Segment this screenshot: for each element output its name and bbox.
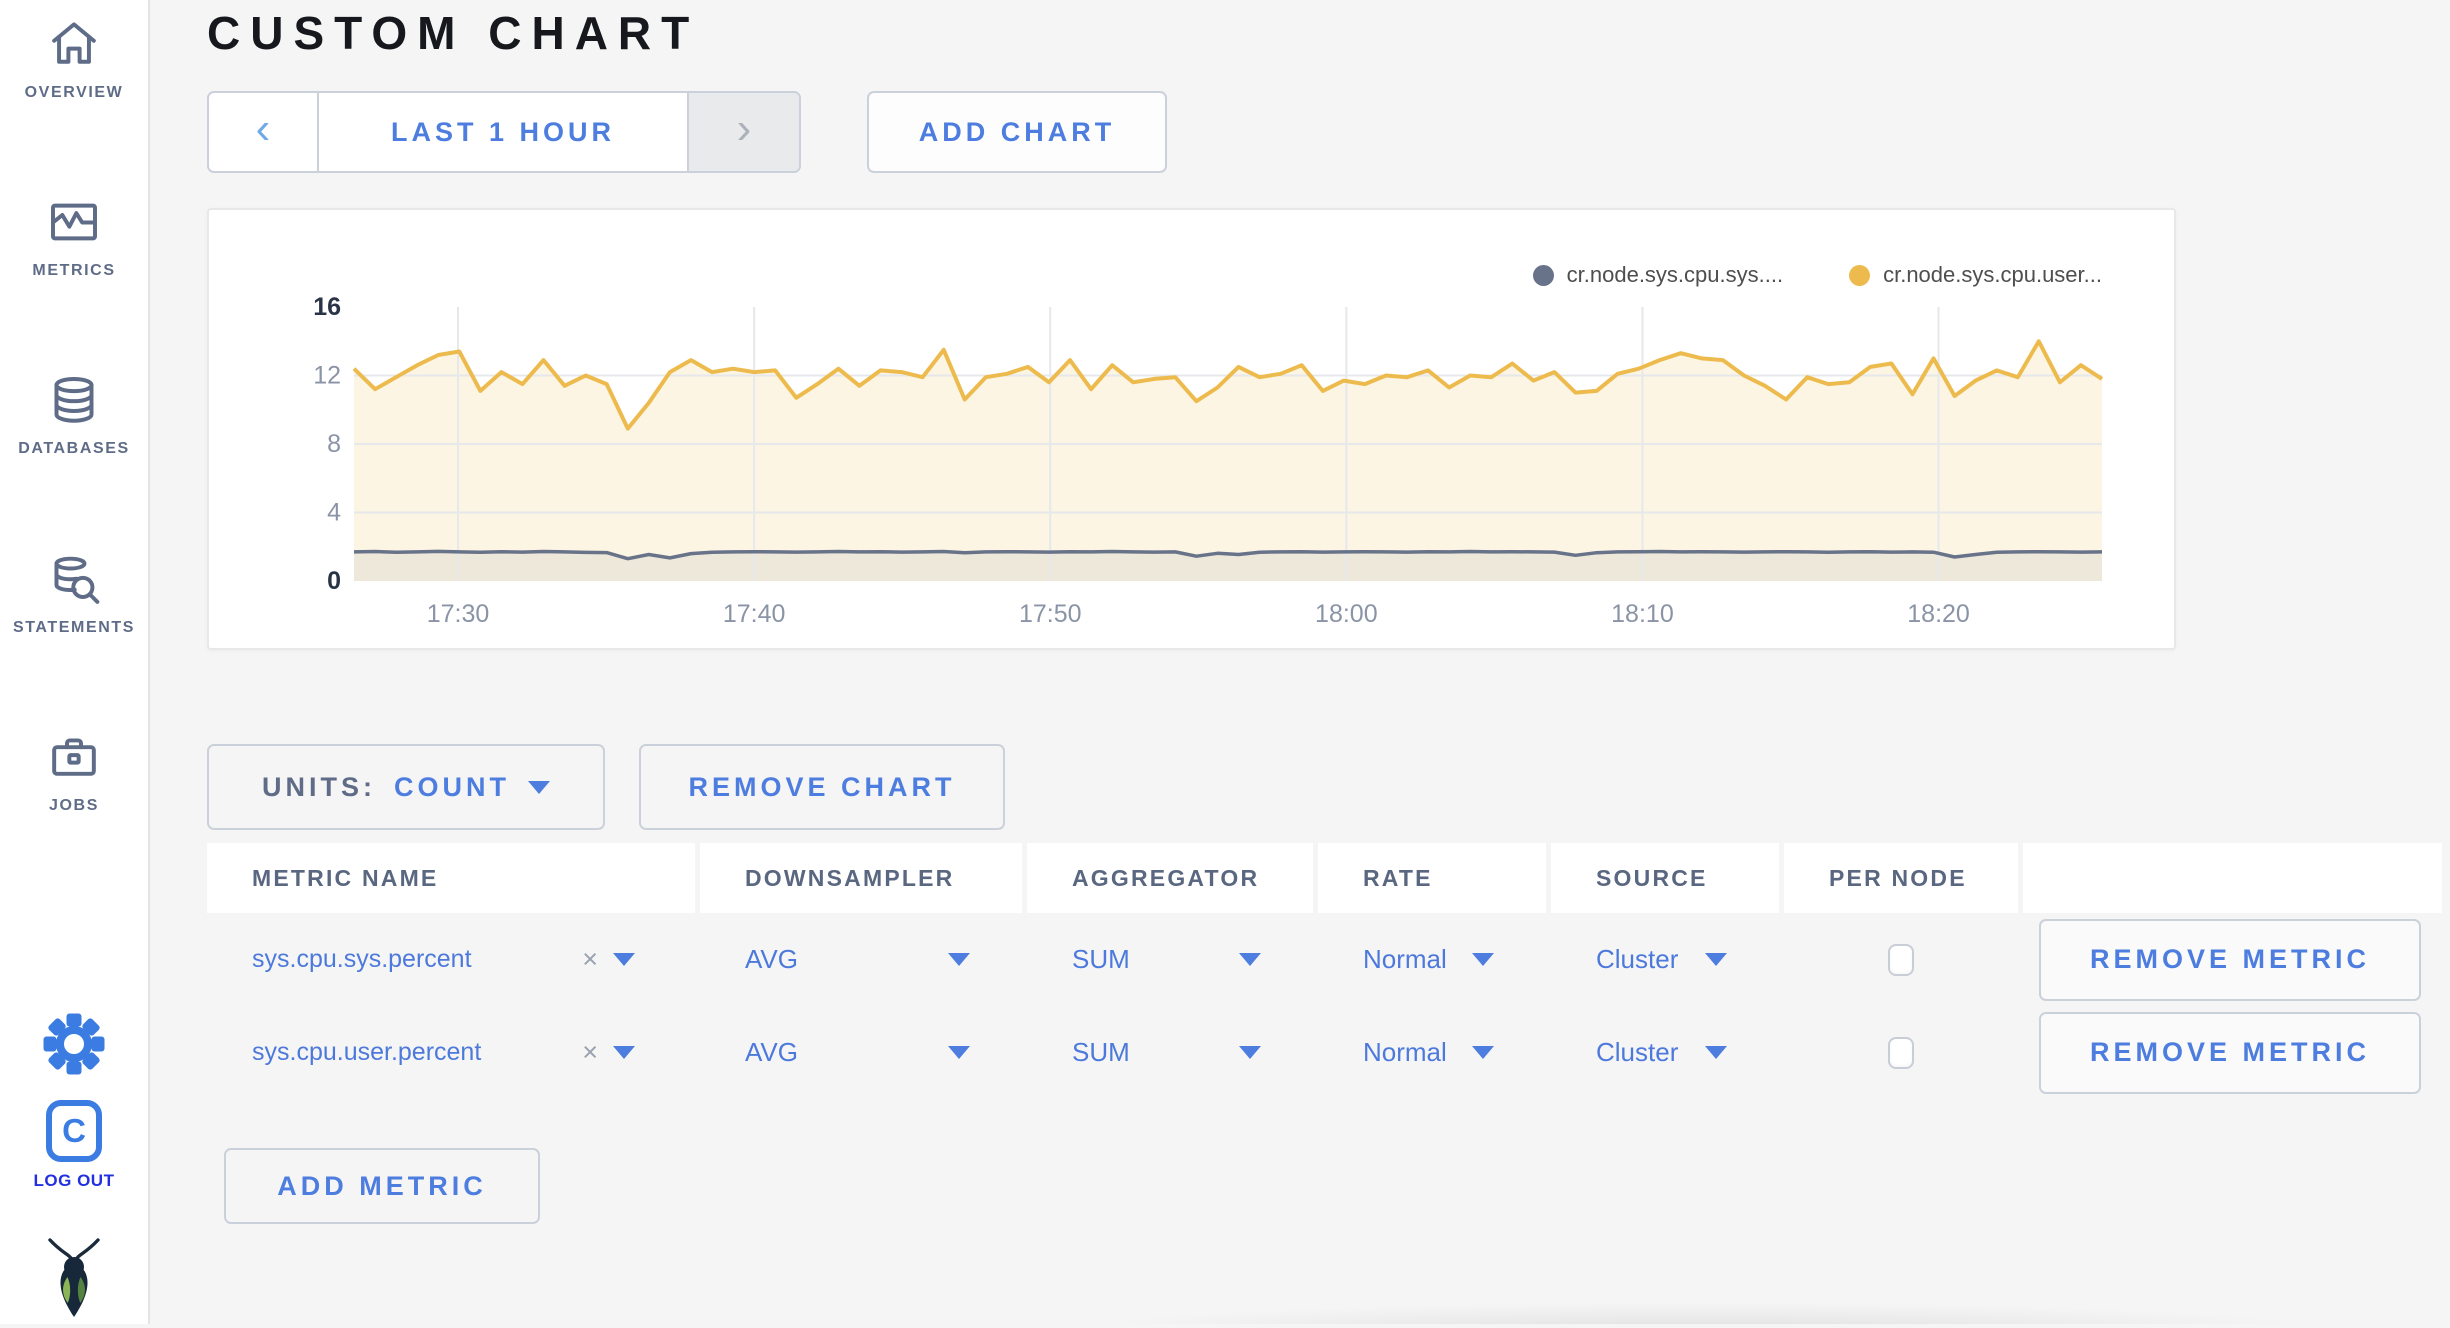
sidebar-item-label: JOBS [49, 797, 99, 814]
chevron-down-icon [613, 1046, 635, 1059]
time-range-dropdown[interactable]: LAST 1 HOUR [319, 93, 687, 171]
rate-select[interactable]: Normal [1363, 1037, 1546, 1068]
remove-chart-button[interactable]: REMOVE CHART [639, 744, 1005, 830]
page-title: CUSTOM CHART [207, 7, 700, 59]
bottom-shadow [792, 1298, 2450, 1324]
svg-text:18:00: 18:00 [1315, 600, 1378, 628]
chevron-down-icon [948, 1046, 970, 1059]
aggregator-select[interactable]: SUM [1072, 944, 1313, 975]
legend-dot-sys [1532, 264, 1554, 286]
metric-clear-dropdown[interactable]: × [582, 944, 635, 975]
remove-metric-button[interactable]: REMOVE METRIC [2039, 918, 2421, 1001]
chevron-down-icon [528, 780, 550, 794]
metrics-table-header: METRIC NAME DOWNSAMPLER AGGREGATOR RATE … [207, 843, 2442, 913]
chevron-down-icon [613, 953, 635, 966]
time-next-button-disabled[interactable]: › [687, 93, 799, 171]
sidebar-item-overview[interactable]: OVERVIEW [0, 16, 148, 102]
metric-row: sys.cpu.sys.percent × AVG SUM Normal Clu… [207, 913, 2440, 1006]
svg-text:0: 0 [327, 567, 341, 595]
svg-text:12: 12 [313, 362, 341, 390]
sidebar-item-label: OVERVIEW [24, 84, 124, 101]
col-header-source: SOURCE [1551, 843, 1779, 913]
sidebar-item-databases[interactable]: DATABASES [0, 372, 148, 458]
svg-text:18:10: 18:10 [1611, 600, 1674, 628]
clear-x-icon: × [582, 944, 598, 974]
toolbar: ‹ LAST 1 HOUR › ADD CHART [207, 91, 1167, 173]
col-header-metric-name: METRIC NAME [207, 843, 695, 913]
svg-text:16: 16 [313, 293, 341, 321]
cockroach-c-icon: C [46, 1100, 102, 1162]
rate-select[interactable]: Normal [1363, 944, 1546, 975]
logout-button[interactable]: C LOG OUT [0, 1100, 148, 1191]
legend-dot-user [1849, 264, 1871, 286]
jobs-icon [46, 729, 102, 785]
sidebar-item-label: DATABASES [18, 440, 130, 457]
chevron-down-icon [1705, 953, 1727, 966]
aggregator-select[interactable]: SUM [1072, 1037, 1313, 1068]
time-window-selector: ‹ LAST 1 HOUR › [207, 91, 801, 173]
col-header-aggregator: AGGREGATOR [1027, 843, 1313, 913]
chevron-down-icon [1472, 1046, 1494, 1059]
col-header-rate: RATE [1318, 843, 1546, 913]
sidebar-item-jobs[interactable]: JOBS [0, 729, 148, 815]
sidebar-item-statements[interactable]: STATEMENTS [0, 551, 148, 637]
remove-metric-button[interactable]: REMOVE METRIC [2039, 1011, 2421, 1094]
statements-icon [46, 551, 102, 607]
clear-x-icon: × [582, 1037, 598, 1067]
chart-options-row: UNITS: COUNT REMOVE CHART [207, 744, 1005, 830]
cockroach-bug-logo[interactable] [42, 1237, 106, 1323]
svg-text:17:30: 17:30 [427, 600, 490, 628]
legend-item-user[interactable]: cr.node.sys.cpu.user... [1849, 262, 2102, 288]
chevron-down-icon [1705, 1046, 1727, 1059]
chevron-left-icon: ‹ [255, 104, 271, 153]
sidebar-item-label: STATEMENTS [12, 619, 136, 636]
metric-name-select[interactable]: sys.cpu.user.percent [252, 1038, 481, 1067]
gear-icon[interactable] [43, 1013, 105, 1075]
metrics-icon [46, 194, 102, 250]
source-select[interactable]: Cluster [1596, 1037, 1779, 1068]
col-header-downsampler: DOWNSAMPLER [700, 843, 1022, 913]
svg-text:17:50: 17:50 [1019, 600, 1082, 628]
time-prev-button[interactable]: ‹ [209, 93, 319, 171]
sidebar-item-metrics[interactable]: METRICS [0, 194, 148, 280]
add-chart-button[interactable]: ADD CHART [867, 91, 1167, 173]
chart-card: 0 4 8 12 16 17:30 17:40 17:50 18:00 18:10 18:20 cr… [207, 208, 2176, 650]
svg-text:4: 4 [327, 499, 341, 527]
add-metric-button[interactable]: ADD METRIC [224, 1148, 540, 1224]
metric-clear-dropdown[interactable]: × [582, 1037, 635, 1068]
legend-item-sys[interactable]: cr.node.sys.cpu.sys.... [1532, 262, 1783, 288]
col-header-per-node: PER NODE [1784, 843, 2018, 913]
chevron-right-icon: › [736, 104, 752, 153]
per-node-checkbox[interactable] [1888, 943, 1914, 976]
downsampler-select[interactable]: AVG [745, 944, 1022, 975]
per-node-checkbox[interactable] [1888, 1036, 1914, 1069]
downsampler-select[interactable]: AVG [745, 1037, 1022, 1068]
logout-label: LOG OUT [33, 1171, 115, 1190]
chevron-down-icon [948, 953, 970, 966]
main-content: CUSTOM CHART ‹ LAST 1 HOUR › ADD CHART 0… [152, 0, 2450, 1324]
chevron-down-icon [1239, 953, 1261, 966]
database-icon [46, 372, 102, 428]
svg-text:8: 8 [327, 430, 341, 458]
metrics-table: METRIC NAME DOWNSAMPLER AGGREGATOR RATE … [207, 843, 2442, 1099]
units-dropdown[interactable]: UNITS: COUNT [207, 744, 605, 830]
col-header-actions [2023, 843, 2442, 913]
sidebar-item-label: METRICS [32, 262, 116, 279]
source-select[interactable]: Cluster [1596, 944, 1779, 975]
svg-text:18:20: 18:20 [1907, 600, 1970, 628]
svg-text:17:40: 17:40 [723, 600, 786, 628]
chevron-down-icon [1239, 1046, 1261, 1059]
metric-row: sys.cpu.user.percent × AVG SUM Normal Cl… [207, 1006, 2440, 1099]
chart-legend: cr.node.sys.cpu.sys.... cr.node.sys.cpu.… [1532, 262, 2102, 288]
sidebar: OVERVIEW METRICS DATABASES STATEMENTS JO… [0, 0, 150, 1324]
chevron-down-icon [1472, 953, 1494, 966]
home-icon [46, 16, 102, 72]
metric-name-select[interactable]: sys.cpu.sys.percent [252, 945, 472, 974]
